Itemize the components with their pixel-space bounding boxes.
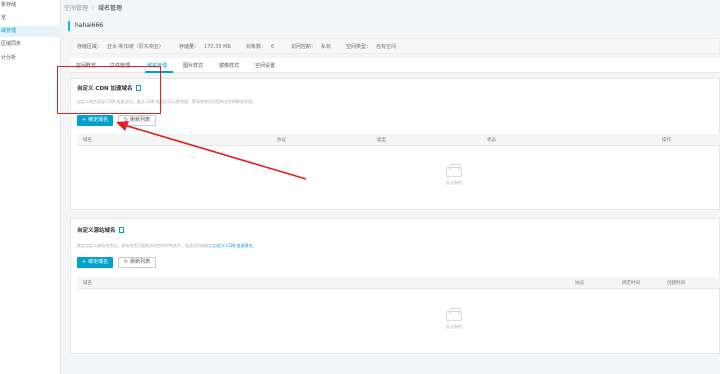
annotation-arrow xyxy=(116,121,307,180)
